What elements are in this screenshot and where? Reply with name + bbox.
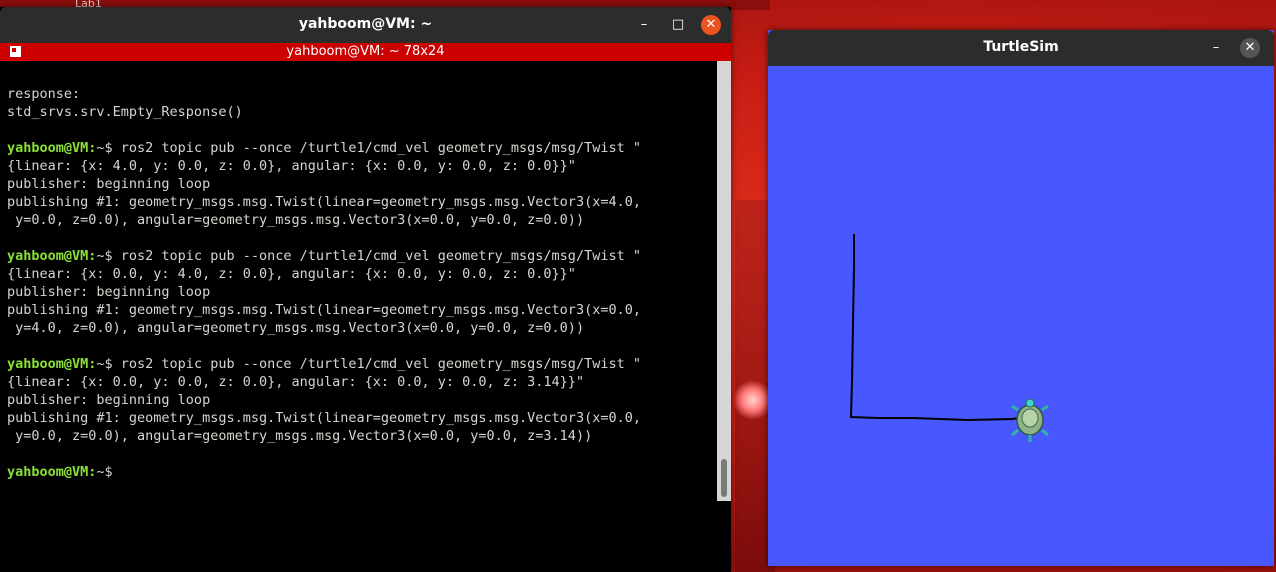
terminal-line: y=0.0, z=0.0), angular=geometry_msgs.msg… bbox=[7, 427, 592, 445]
terminal-line: std_srvs.srv.Empty_Response() bbox=[7, 103, 243, 121]
terminal-line: publishing #1: geometry_msgs.msg.Twist(l… bbox=[7, 301, 641, 319]
terminal-line-text: publishing #1: geometry_msgs.msg.Twist(l… bbox=[7, 302, 641, 318]
terminal-line-text: ~$ ros2 topic pub --once /turtle1/cmd_ve… bbox=[96, 248, 641, 264]
terminal-window[interactable]: yahboom@VM: ~ – □ ✕ yahboom@VM: ~ 78x24 … bbox=[0, 7, 731, 572]
terminal-scrollbar[interactable] bbox=[717, 61, 731, 501]
terminal-line: publisher: beginning loop bbox=[7, 283, 210, 301]
terminal-line-text: ~$ bbox=[96, 464, 113, 480]
terminal-line-text: y=0.0, z=0.0), angular=geometry_msgs.msg… bbox=[7, 428, 593, 444]
terminal-line: yahboom@VM:~$ bbox=[7, 463, 113, 481]
terminal-line: publisher: beginning loop bbox=[7, 175, 210, 193]
terminal-line-text: {linear: {x: 4.0, y: 0.0, z: 0.0}, angul… bbox=[7, 158, 576, 174]
minimize-icon[interactable]: – bbox=[634, 15, 654, 35]
turtlesim-canvas bbox=[768, 66, 1274, 566]
terminal-line: response: bbox=[7, 85, 80, 103]
terminal-line: publishing #1: geometry_msgs.msg.Twist(l… bbox=[7, 409, 641, 427]
terminal-line-text: y=0.0, z=0.0), angular=geometry_msgs.msg… bbox=[7, 212, 585, 228]
terminal-line: publishing #1: geometry_msgs.msg.Twist(l… bbox=[7, 193, 641, 211]
desktop-wallpaper-glow bbox=[735, 380, 770, 420]
turtlesim-titlebar[interactable]: TurtleSim – ✕ bbox=[768, 30, 1274, 66]
shell-prompt: yahboom@VM: bbox=[7, 356, 97, 372]
terminal-tab[interactable]: yahboom@VM: ~ 78x24 bbox=[0, 43, 731, 61]
terminal-line: y=4.0, z=0.0), angular=geometry_msgs.msg… bbox=[7, 319, 584, 337]
terminal-line: {linear: {x: 0.0, y: 4.0, z: 0.0}, angul… bbox=[7, 265, 576, 283]
terminal-line-text: {linear: {x: 0.0, y: 4.0, z: 0.0}, angul… bbox=[7, 266, 576, 282]
terminal-line: y=0.0, z=0.0), angular=geometry_msgs.msg… bbox=[7, 211, 584, 229]
terminal-line-text: response: bbox=[7, 86, 81, 102]
terminal-line-text: std_srvs.srv.Empty_Response() bbox=[7, 104, 243, 120]
close-icon[interactable]: ✕ bbox=[1240, 38, 1260, 58]
terminal-line-text: y=4.0, z=0.0), angular=geometry_msgs.msg… bbox=[7, 320, 585, 336]
terminal-line: {linear: {x: 4.0, y: 0.0, z: 0.0}, angul… bbox=[7, 157, 576, 175]
minimize-icon[interactable]: – bbox=[1206, 38, 1226, 58]
terminal-tab-icon bbox=[10, 46, 21, 57]
terminal-line-text: ~$ ros2 topic pub --once /turtle1/cmd_ve… bbox=[96, 356, 641, 372]
terminal-line-text: publisher: beginning loop bbox=[7, 176, 211, 192]
shell-prompt: yahboom@VM: bbox=[7, 248, 97, 264]
terminal-tab-title: yahboom@VM: ~ 78x24 bbox=[286, 44, 445, 59]
terminal-line: yahboom@VM:~$ ros2 topic pub --once /tur… bbox=[7, 139, 641, 157]
maximize-icon[interactable]: □ bbox=[668, 15, 688, 35]
shell-prompt: yahboom@VM: bbox=[7, 140, 97, 156]
terminal-output[interactable]: response: std_srvs.srv.Empty_Response()ya… bbox=[0, 61, 717, 572]
terminal-scrollbar-thumb[interactable] bbox=[721, 459, 727, 497]
terminal-titlebar[interactable]: yahboom@VM: ~ – □ ✕ bbox=[0, 7, 731, 43]
terminal-line: yahboom@VM:~$ ros2 topic pub --once /tur… bbox=[7, 247, 641, 265]
terminal-line-text: publisher: beginning loop bbox=[7, 392, 211, 408]
terminal-line-text: publishing #1: geometry_msgs.msg.Twist(l… bbox=[7, 194, 641, 210]
terminal-line: {linear: {x: 0.0, y: 0.0, z: 0.0}, angul… bbox=[7, 373, 584, 391]
close-icon[interactable]: ✕ bbox=[701, 15, 721, 35]
turtlesim-background bbox=[768, 66, 1274, 566]
terminal-line: publisher: beginning loop bbox=[7, 391, 210, 409]
terminal-line-text: ~$ ros2 topic pub --once /turtle1/cmd_ve… bbox=[96, 140, 641, 156]
terminal-line-text: publishing #1: geometry_msgs.msg.Twist(l… bbox=[7, 410, 641, 426]
shell-prompt: yahboom@VM: bbox=[7, 464, 97, 480]
terminal-line-text: publisher: beginning loop bbox=[7, 284, 211, 300]
turtlesim-window[interactable]: TurtleSim – ✕ bbox=[768, 30, 1274, 566]
terminal-title: yahboom@VM: ~ bbox=[298, 16, 433, 32]
terminal-line-text: {linear: {x: 0.0, y: 0.0, z: 0.0}, angul… bbox=[7, 374, 585, 390]
turtlesim-title: TurtleSim bbox=[983, 39, 1059, 55]
terminal-line: yahboom@VM:~$ ros2 topic pub --once /tur… bbox=[7, 355, 641, 373]
